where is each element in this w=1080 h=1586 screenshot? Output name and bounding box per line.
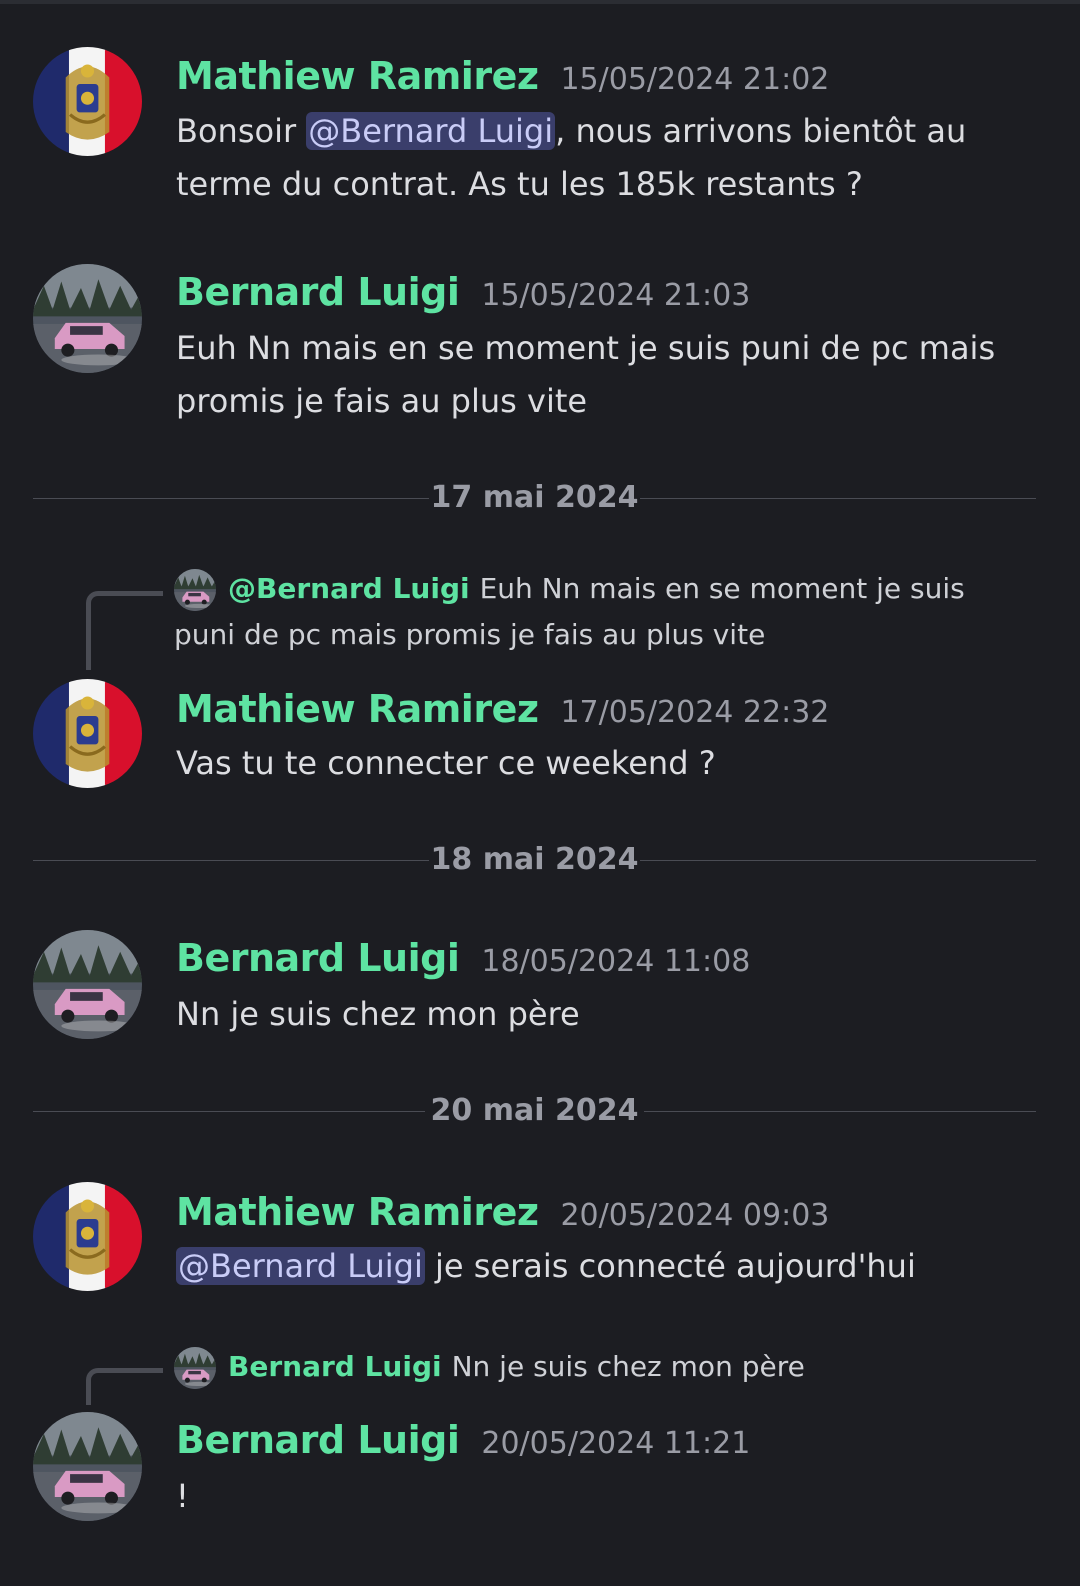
car-icon xyxy=(174,569,216,611)
message-author[interactable]: Bernard Luigi xyxy=(176,936,460,980)
message-text: ! xyxy=(176,1477,189,1515)
reply-preview[interactable]: Bernard Luigi Nn je suis chez mon père xyxy=(174,1344,1034,1390)
car-icon xyxy=(33,1412,142,1521)
message-author[interactable]: Mathiew Ramirez xyxy=(176,54,539,98)
message-timestamp: 18/05/2024 11:08 xyxy=(481,944,751,979)
avatar[interactable] xyxy=(33,1182,142,1291)
message-text: je serais connecté aujourd'hui xyxy=(424,1247,916,1285)
message-content: @Bernard Luigi je serais connecté aujour… xyxy=(176,1240,1016,1293)
date-divider: 18 mai 2024 xyxy=(33,840,1036,880)
reply-text: Nn je suis chez mon père xyxy=(451,1350,805,1383)
reply-author[interactable]: Bernard Luigi xyxy=(228,1350,442,1383)
avatar[interactable] xyxy=(33,47,142,156)
message-text: Nn je suis chez mon père xyxy=(176,995,580,1033)
avatar[interactable] xyxy=(33,930,142,1039)
reply-mention[interactable]: @Bernard Luigi xyxy=(228,572,470,605)
message-author[interactable]: Mathiew Ramirez xyxy=(176,687,539,731)
reply-preview[interactable]: @Bernard Luigi Euh Nn mais en se moment j… xyxy=(174,566,1034,658)
message-timestamp: 20/05/2024 11:21 xyxy=(481,1426,751,1461)
coat-of-arms-icon xyxy=(33,1182,142,1291)
date-divider: 17 mai 2024 xyxy=(33,478,1036,518)
date-divider-label: 17 mai 2024 xyxy=(430,480,639,515)
user-mention[interactable]: @Bernard Luigi xyxy=(306,112,556,150)
reply-connector xyxy=(86,1368,163,1405)
avatar[interactable] xyxy=(33,1412,142,1521)
message-text: Vas tu te connecter ce weekend ? xyxy=(176,744,716,782)
user-mention[interactable]: @Bernard Luigi xyxy=(176,1247,425,1285)
message-author[interactable]: Bernard Luigi xyxy=(176,270,460,314)
date-divider-label: 18 mai 2024 xyxy=(430,842,639,877)
avatar[interactable] xyxy=(33,679,142,788)
reply-connector xyxy=(86,591,163,670)
message-timestamp: 15/05/2024 21:03 xyxy=(481,278,751,313)
reply-avatar xyxy=(174,1347,216,1389)
message-content: Bonsoir @Bernard Luigi, nous arrivons bi… xyxy=(176,105,1016,211)
top-border xyxy=(0,0,1080,4)
message-author[interactable]: Bernard Luigi xyxy=(176,1418,460,1462)
chat-view: Mathiew Ramirez 15/05/2024 21:02 Bonsoir … xyxy=(0,0,1080,1586)
message-timestamp: 17/05/2024 22:32 xyxy=(560,695,830,730)
avatar[interactable] xyxy=(33,264,142,373)
message-timestamp: 15/05/2024 21:02 xyxy=(560,62,830,97)
date-divider-label: 20 mai 2024 xyxy=(430,1093,639,1128)
car-icon xyxy=(174,1347,216,1389)
coat-of-arms-icon xyxy=(33,679,142,788)
message-text: Euh Nn mais en se moment je suis puni de… xyxy=(176,329,996,420)
message-text: Bonsoir xyxy=(176,112,307,150)
car-icon xyxy=(33,264,142,373)
date-divider: 20 mai 2024 xyxy=(33,1091,1036,1131)
coat-of-arms-icon xyxy=(33,47,142,156)
reply-avatar xyxy=(174,569,216,611)
message-timestamp: 20/05/2024 09:03 xyxy=(560,1198,830,1233)
car-icon xyxy=(33,930,142,1039)
message-author[interactable]: Mathiew Ramirez xyxy=(176,1190,539,1234)
